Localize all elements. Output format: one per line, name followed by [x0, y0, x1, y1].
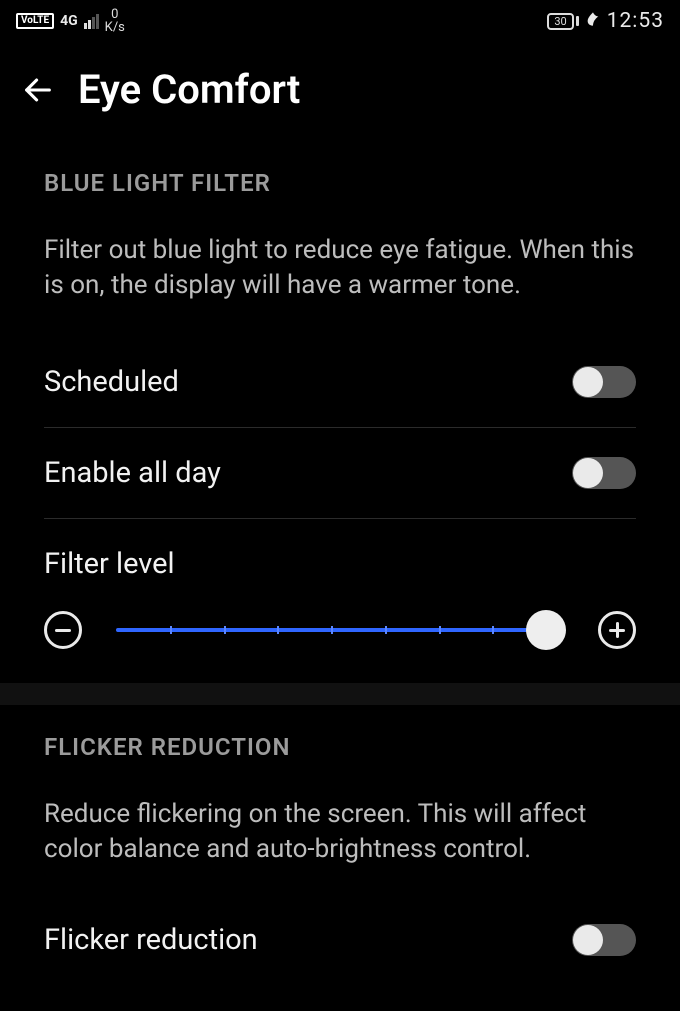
- flicker-section-desc: Reduce flickering on the screen. This wi…: [44, 797, 636, 867]
- blue-light-section-desc: Filter out blue light to reduce eye fati…: [44, 233, 636, 303]
- filter-level-slider: [44, 585, 636, 683]
- arrow-left-icon: [21, 73, 55, 107]
- enable-all-day-label: Enable all day: [44, 456, 221, 490]
- signal-icon: [84, 14, 99, 29]
- scheduled-label: Scheduled: [44, 365, 179, 399]
- app-header: Eye Comfort: [0, 38, 680, 143]
- enable-all-day-row[interactable]: Enable all day: [44, 428, 636, 519]
- leaf-icon: [585, 11, 601, 31]
- scheduled-row[interactable]: Scheduled: [44, 337, 636, 428]
- speed-unit: K/s: [105, 21, 125, 34]
- battery-icon: 30: [547, 13, 578, 30]
- page-title: Eye Comfort: [78, 66, 300, 113]
- enable-all-day-toggle[interactable]: [572, 457, 636, 489]
- status-bar: VoLTE 4G 0 K/s 30 12:53: [0, 0, 680, 38]
- section-divider: [0, 683, 680, 705]
- decrease-button[interactable]: [44, 611, 82, 649]
- filter-level-label: Filter level: [44, 547, 175, 581]
- flicker-section-title: FLICKER REDUCTION: [44, 733, 636, 761]
- data-speed: 0 K/s: [105, 8, 125, 34]
- battery-percent: 30: [547, 13, 573, 30]
- back-button[interactable]: [16, 73, 60, 107]
- increase-button[interactable]: [598, 611, 636, 649]
- blue-light-section-title: BLUE LIGHT FILTER: [44, 169, 636, 197]
- slider-thumb[interactable]: [526, 610, 566, 650]
- content: BLUE LIGHT FILTER Filter out blue light …: [0, 169, 680, 985]
- flicker-reduction-row[interactable]: Flicker reduction: [44, 895, 636, 985]
- clock: 12:53: [607, 9, 664, 33]
- status-left: VoLTE 4G 0 K/s: [16, 8, 125, 34]
- slider-track[interactable]: [116, 628, 564, 632]
- status-right: 30 12:53: [547, 9, 664, 33]
- network-type: 4G: [60, 14, 78, 28]
- scheduled-toggle[interactable]: [572, 366, 636, 398]
- volte-badge: VoLTE: [16, 13, 54, 29]
- filter-level-row: Filter level: [44, 519, 636, 585]
- flicker-reduction-toggle[interactable]: [572, 924, 636, 956]
- flicker-reduction-label: Flicker reduction: [44, 923, 258, 957]
